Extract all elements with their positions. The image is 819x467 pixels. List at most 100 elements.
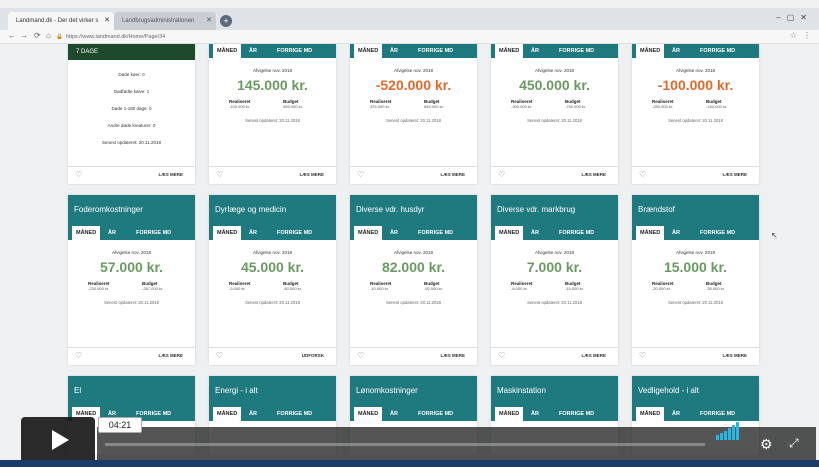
- heart-icon[interactable]: ♡: [639, 170, 646, 179]
- realized: Realiseret -20.000 kr.: [652, 281, 674, 291]
- tab-year[interactable]: ÅR: [672, 407, 680, 421]
- tab-year[interactable]: ÅR: [390, 226, 398, 240]
- deviation-label: Afvigelse nov. 2018: [676, 68, 715, 73]
- realized-value: -250.000 kr.: [652, 104, 674, 109]
- heart-icon[interactable]: ♡: [75, 351, 82, 360]
- card-row1-2: MÅNED ÅR FORRIGE MD Afvigelse nov. 2018 -520…: [350, 44, 477, 184]
- menu-icon[interactable]: ⋮: [803, 31, 811, 40]
- amount-value: 15.000 kr.: [663, 259, 728, 275]
- realized-value: -300.000 kr.: [511, 104, 533, 109]
- heart-icon[interactable]: ♡: [357, 170, 364, 179]
- read-more-link[interactable]: LÆS MERE: [722, 353, 747, 358]
- tab-month[interactable]: MÅNED: [213, 407, 242, 421]
- heart-icon[interactable]: ♡: [498, 170, 505, 179]
- tab-previous-month[interactable]: FORRIGE MD: [559, 226, 594, 240]
- tab-previous-month[interactable]: FORRIGE MD: [136, 226, 171, 240]
- card-footer: ♡ UDFORSK: [209, 347, 336, 365]
- read-more-link[interactable]: LÆS MERE: [158, 172, 183, 177]
- play-button[interactable]: [21, 417, 95, 463]
- deviation-label: Afvigelse nov. 2018: [394, 250, 433, 255]
- tab-month[interactable]: MÅNED: [636, 44, 665, 58]
- tab-previous-month[interactable]: FORRIGE MD: [277, 407, 312, 421]
- tab-previous-month[interactable]: FORRIGE MD: [418, 44, 453, 58]
- close-icon[interactable]: ✕: [104, 12, 110, 30]
- read-more-link[interactable]: UDFORSK: [302, 353, 324, 358]
- settings-icon[interactable]: ⚙: [760, 436, 773, 453]
- real-budget: Realiseret -230.000 kr. Budget -287.000 kr.: [68, 281, 195, 295]
- forward-icon[interactable]: →: [20, 31, 28, 40]
- tab-previous-month[interactable]: FORRIGE MD: [700, 407, 735, 421]
- read-more-link[interactable]: LÆS MERE: [581, 172, 606, 177]
- read-more-link[interactable]: LÆS MERE: [722, 172, 747, 177]
- card-title: Maskinstation: [491, 376, 618, 407]
- read-more-link[interactable]: LÆS MERE: [299, 172, 324, 177]
- tab-previous-month[interactable]: FORRIGE MD: [277, 44, 312, 58]
- budget: Budget 845.000 kr.: [424, 99, 444, 109]
- tab-year[interactable]: ÅR: [672, 226, 680, 240]
- tab-year[interactable]: ÅR: [531, 407, 539, 421]
- heart-icon[interactable]: ♡: [216, 170, 223, 179]
- browser-tab-inactive[interactable]: Landbrugsadministrationen ✕: [114, 12, 216, 30]
- back-icon[interactable]: ←: [8, 31, 16, 40]
- tab-year[interactable]: ÅR: [672, 44, 680, 58]
- read-more-link[interactable]: LÆS MERE: [440, 353, 465, 358]
- heart-icon[interactable]: ♡: [75, 170, 82, 179]
- read-more-link[interactable]: LÆS MERE: [581, 353, 606, 358]
- tab-year[interactable]: ÅR: [249, 407, 257, 421]
- card-footer: ♡ LÆS MERE: [68, 166, 195, 184]
- browser-tab-active[interactable]: Landmand.dk - Der det virker s ✕: [8, 12, 114, 30]
- tab-year[interactable]: ÅR: [531, 226, 539, 240]
- card-header-label: 7 DAGE: [76, 49, 99, 55]
- tab-month[interactable]: MÅNED: [495, 407, 524, 421]
- realized: Realiseret -10.000 kr.: [370, 281, 392, 291]
- realized: Realiseret -300.000 kr.: [511, 99, 533, 109]
- amount-value: -100.000 kr.: [657, 77, 734, 93]
- reload-icon[interactable]: ⟳: [34, 31, 41, 40]
- amount-value: 57.000 kr.: [99, 259, 164, 275]
- tab-year[interactable]: ÅR: [249, 226, 257, 240]
- heart-icon[interactable]: ♡: [216, 351, 223, 360]
- tab-previous-month[interactable]: FORRIGE MD: [277, 226, 312, 240]
- tab-previous-month[interactable]: FORRIGE MD: [418, 407, 453, 421]
- budget-value: -50.000 kr.: [283, 286, 302, 291]
- tab-year[interactable]: ÅR: [531, 44, 539, 58]
- tab-year[interactable]: ÅR: [249, 44, 257, 58]
- url-field[interactable]: 🔒 https://www.landmand.dk/Home/Page/34: [56, 32, 756, 42]
- heart-icon[interactable]: ♡: [498, 351, 505, 360]
- tab-year[interactable]: ÅR: [390, 407, 398, 421]
- tab-previous-month[interactable]: FORRIGE MD: [559, 407, 594, 421]
- tab-month[interactable]: MÅNED: [636, 226, 665, 240]
- window-controls[interactable]: –▢✕: [776, 13, 813, 22]
- fullscreen-icon[interactable]: ⤢: [789, 436, 799, 451]
- heart-icon[interactable]: ♡: [357, 351, 364, 360]
- close-icon[interactable]: ✕: [206, 12, 212, 30]
- bookmark-star-icon[interactable]: ☆: [790, 31, 797, 40]
- tab-month[interactable]: MÅNED: [354, 407, 383, 421]
- period-tabs: MÅNED ÅR FORRIGE MD: [350, 44, 477, 58]
- tab-year[interactable]: ÅR: [390, 44, 398, 58]
- tab-previous-month[interactable]: FORRIGE MD: [559, 44, 594, 58]
- read-more-link[interactable]: LÆS MERE: [158, 353, 183, 358]
- tab-previous-month[interactable]: FORRIGE MD: [700, 226, 735, 240]
- tab-month[interactable]: MÅNED: [495, 226, 524, 240]
- tab-month[interactable]: MÅNED: [636, 407, 665, 421]
- heart-icon[interactable]: ♡: [639, 351, 646, 360]
- progress-bar[interactable]: [105, 443, 705, 446]
- tab-previous-month[interactable]: FORRIGE MD: [418, 226, 453, 240]
- tab-month[interactable]: MÅNED: [354, 44, 383, 58]
- tab-previous-month[interactable]: FORRIGE MD: [700, 44, 735, 58]
- home-icon[interactable]: ⌂: [46, 31, 51, 40]
- new-tab-button[interactable]: +: [220, 15, 232, 27]
- card-title: Brændstof: [632, 195, 759, 226]
- amount-value: 82.000 kr.: [381, 259, 446, 275]
- tab-month[interactable]: MÅNED: [213, 226, 242, 240]
- stat-3: Døde 1-180 dage: 0: [111, 106, 152, 111]
- tab-month[interactable]: MÅNED: [72, 226, 101, 240]
- tab-month[interactable]: MÅNED: [213, 44, 242, 58]
- real-budget: Realiseret 325.000 kr. Budget 845.000 kr.: [350, 99, 477, 113]
- tab-year[interactable]: ÅR: [108, 226, 116, 240]
- tab-month[interactable]: MÅNED: [495, 44, 524, 58]
- tab-month[interactable]: MÅNED: [354, 226, 383, 240]
- address-bar: ← → ⟳ ⌂ 🔒 https://www.landmand.dk/Home/Pa…: [0, 30, 819, 44]
- read-more-link[interactable]: LÆS MERE: [440, 172, 465, 177]
